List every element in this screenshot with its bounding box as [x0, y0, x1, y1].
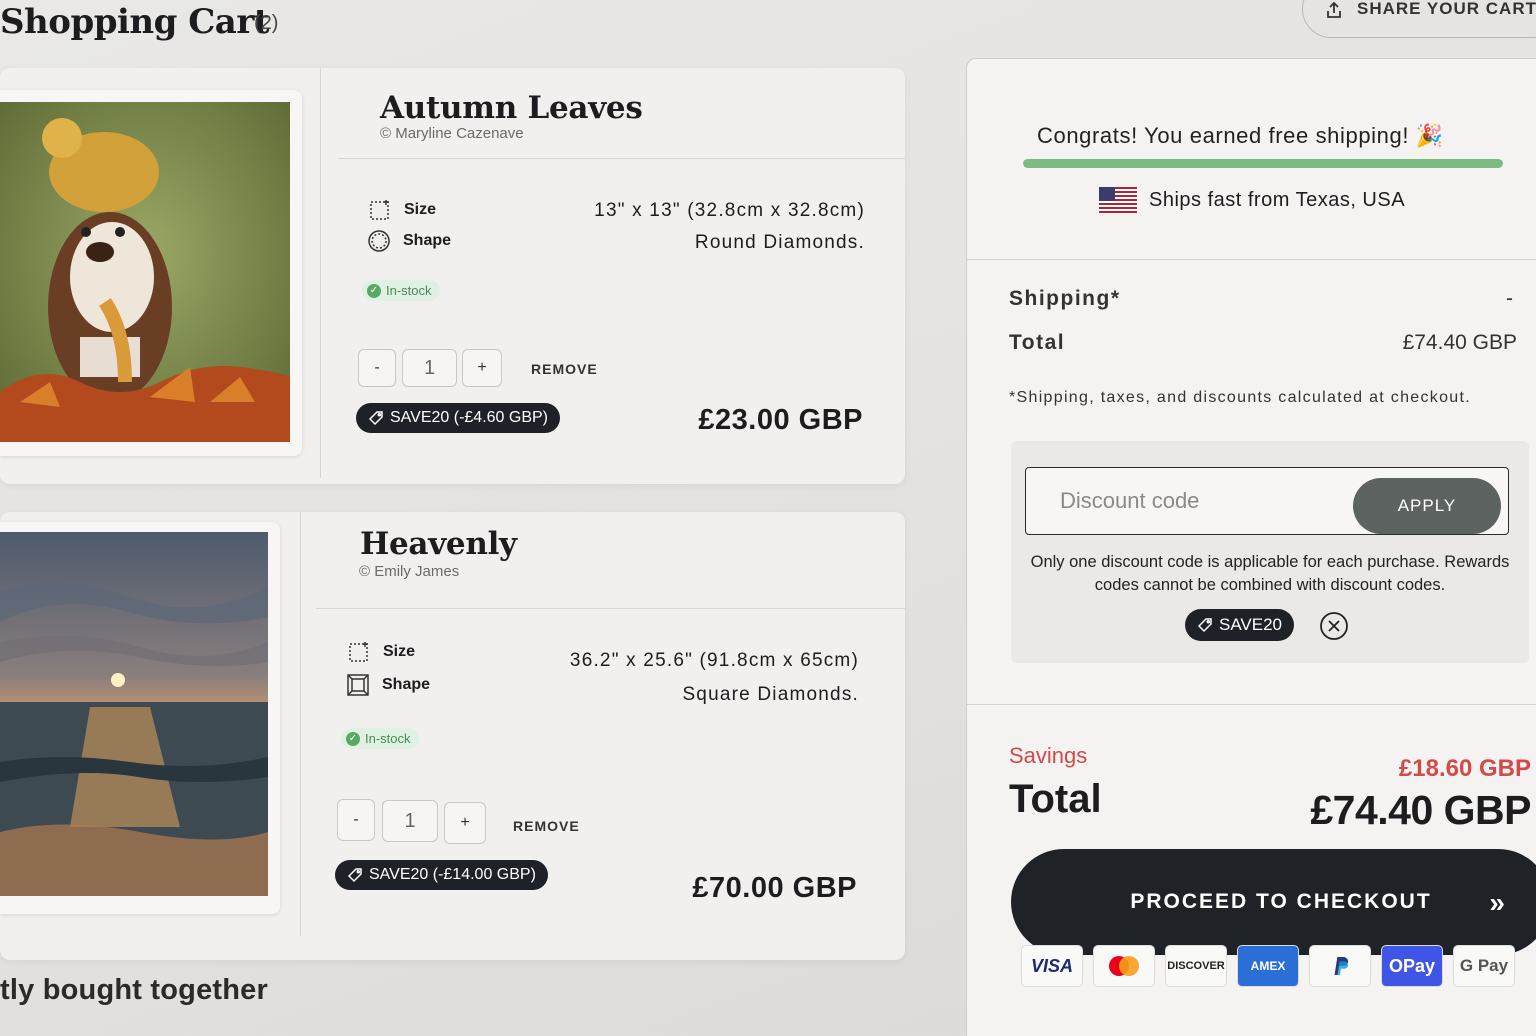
grand-total-value: £74.40 GBP	[1310, 787, 1531, 833]
item-price: £70.00 GBP	[692, 872, 857, 904]
item-image-sunset[interactable]	[0, 532, 268, 896]
order-summary: Congrats! You earned free shipping! 🎉 Sh…	[966, 58, 1536, 1036]
item-title-separator	[338, 158, 905, 159]
discount-section: Discount code APPLY Only one discount co…	[1011, 441, 1529, 663]
promo-label: SAVE20 (-£4.60 GBP)	[390, 409, 548, 426]
ships-from: Ships fast from Texas, USA	[1099, 187, 1405, 213]
quantity-input[interactable]: 1	[402, 349, 457, 387]
size-value: 36.2" x 25.6" (91.8cm x 65cm)	[569, 650, 859, 671]
item-divider	[320, 68, 321, 478]
stock-badge: ✓ In-stock	[341, 728, 419, 749]
summary-divider	[967, 259, 1536, 260]
size-row: Size	[368, 198, 436, 222]
size-row: Size	[347, 640, 415, 664]
item-title-separator	[316, 608, 905, 609]
subtotal-label: Total	[1009, 331, 1066, 354]
chevron-right-icon: »	[1489, 887, 1507, 918]
remove-item-button[interactable]: REMOVE	[531, 361, 598, 377]
item-price: £23.00 GBP	[698, 404, 863, 436]
checkout-label: PROCEED TO CHECKOUT	[1130, 890, 1432, 913]
quantity-decrement-button[interactable]: -	[358, 349, 396, 387]
opay-icon: OPay	[1381, 945, 1443, 987]
shape-value: Square Diamonds.	[682, 684, 859, 705]
shape-row: Shape	[367, 229, 451, 253]
item-title[interactable]: Autumn Leaves	[380, 90, 643, 126]
promo-label: SAVE20 (-£14.00 GBP)	[369, 866, 536, 883]
size-label: Size	[383, 643, 416, 660]
subtotal-value: £74.40 GBP	[1402, 331, 1517, 354]
cart-item: Autumn Leaves © Maryline Cazenave Size 1…	[0, 68, 905, 484]
promo-badge: SAVE20 (-£4.60 GBP)	[356, 403, 560, 433]
check-icon: ✓	[367, 283, 381, 298]
tag-icon	[368, 411, 383, 426]
ships-from-label: Ships fast from Texas, USA	[1149, 188, 1406, 211]
amex-icon: AMEX	[1237, 945, 1299, 987]
cart-item: Heavenly © Emily James Size 36.2" x 25.6…	[0, 512, 905, 960]
check-icon: ✓	[346, 731, 360, 746]
shape-row: Shape	[346, 673, 430, 697]
grand-total-label: Total	[1009, 777, 1102, 821]
us-flag-icon	[1099, 187, 1137, 213]
discover-icon: DISCOVER	[1165, 945, 1227, 987]
page-title: Shopping Cart	[0, 2, 269, 42]
free-shipping-message: Congrats! You earned free shipping! 🎉	[1037, 123, 1444, 148]
size-label: Size	[404, 201, 437, 218]
google-pay-icon: G Pay	[1453, 945, 1515, 987]
cart-count: (2)	[254, 12, 279, 34]
mastercard-icon	[1093, 945, 1155, 987]
tag-icon	[347, 868, 362, 883]
promo-badge: SAVE20 (-£14.00 GBP)	[335, 860, 548, 890]
item-divider	[300, 512, 301, 936]
item-image-frame	[0, 90, 302, 456]
stock-label: In-stock	[386, 283, 432, 298]
summary-divider	[967, 704, 1536, 705]
item-image-frame	[0, 522, 280, 914]
share-cart-button[interactable]: SHARE YOUR CART	[1302, 0, 1536, 38]
size-icon	[349, 642, 368, 662]
size-value: 13" x 13" (32.8cm x 32.8cm)	[594, 200, 865, 221]
shipping-value: -	[1506, 287, 1513, 310]
applied-code-label: SAVE20	[1219, 615, 1283, 634]
free-shipping-progress	[1023, 159, 1503, 168]
round-diamond-icon	[368, 230, 390, 252]
remove-item-button[interactable]: REMOVE	[513, 818, 580, 834]
apply-discount-button[interactable]: APPLY	[1353, 478, 1501, 534]
free-shipping-progress-fill	[1023, 159, 1503, 168]
size-icon	[370, 200, 389, 220]
applied-code-badge: SAVE20	[1185, 609, 1295, 641]
shape-label: Shape	[403, 232, 452, 249]
stock-badge: ✓ In-stock	[362, 280, 440, 301]
proceed-to-checkout-button[interactable]: PROCEED TO CHECKOUT »	[1011, 849, 1536, 955]
frequently-bought-heading: tly bought together	[0, 974, 268, 1006]
share-icon	[1327, 1, 1341, 18]
discount-note: Only one discount code is applicable for…	[1030, 553, 1510, 594]
shape-label: Shape	[382, 676, 431, 693]
item-artist: © Emily James	[359, 563, 460, 580]
payment-methods: VISA DISCOVER AMEX OPay G Pay	[1021, 945, 1515, 987]
remove-code-icon[interactable]	[1319, 611, 1349, 641]
quantity-decrement-button[interactable]: -	[337, 799, 375, 841]
item-artist: © Maryline Cazenave	[380, 125, 524, 142]
item-image-dog[interactable]	[0, 102, 290, 442]
quantity-increment-button[interactable]: +	[462, 349, 502, 387]
quantity-increment-button[interactable]: +	[444, 802, 486, 844]
tag-icon	[1197, 618, 1212, 633]
shipping-label: Shipping*	[1009, 287, 1121, 310]
visa-icon: VISA	[1021, 945, 1083, 987]
item-title[interactable]: Heavenly	[360, 526, 517, 562]
stock-label: In-stock	[365, 731, 411, 746]
paypal-icon	[1309, 945, 1371, 987]
savings-label: Savings	[1009, 743, 1088, 768]
share-cart-label: SHARE YOUR CART	[1357, 0, 1536, 18]
checkout-fine-print: *Shipping, taxes, and discounts calculat…	[1009, 389, 1471, 406]
square-diamond-icon	[347, 674, 369, 696]
quantity-input[interactable]: 1	[382, 800, 438, 842]
savings-value: £18.60 GBP	[1398, 755, 1531, 782]
shape-value: Round Diamonds.	[694, 232, 865, 253]
